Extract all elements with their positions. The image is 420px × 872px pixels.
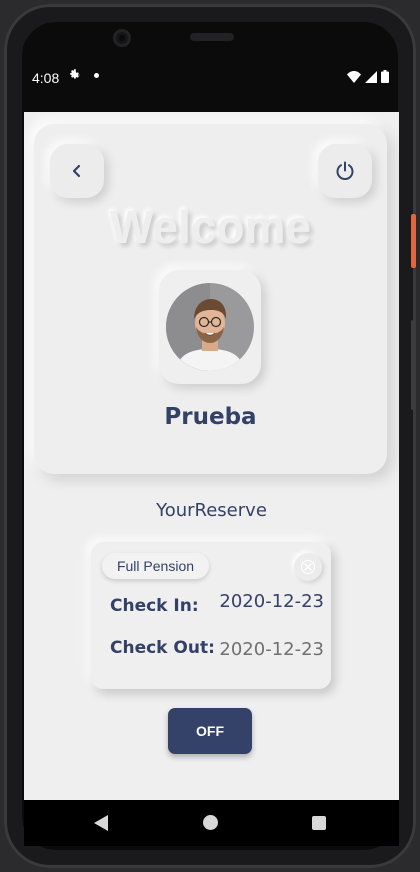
status-icons bbox=[347, 70, 389, 83]
welcome-title: Welcome bbox=[109, 201, 312, 253]
power-icon bbox=[336, 161, 354, 180]
check-in-label: Check In: bbox=[110, 596, 199, 616]
avatar bbox=[166, 283, 254, 371]
app-screen: Welcome Prueba YourReserve Full Pension … bbox=[24, 112, 399, 800]
earpiece-speaker bbox=[190, 33, 234, 41]
recents-square-icon[interactable] bbox=[312, 816, 326, 830]
check-out-value: 2020-12-23 bbox=[219, 639, 324, 660]
chevron-left-icon bbox=[72, 164, 81, 178]
front-camera bbox=[113, 29, 131, 47]
close-reservation-button[interactable] bbox=[294, 553, 322, 581]
section-title: YourReserve bbox=[156, 500, 267, 521]
off-button[interactable]: OFF bbox=[168, 708, 252, 754]
home-circle-icon[interactable] bbox=[203, 815, 218, 830]
avatar-frame bbox=[159, 270, 261, 384]
system-nav-bar bbox=[24, 800, 399, 846]
power-button[interactable] bbox=[318, 144, 372, 198]
notification-dot bbox=[94, 73, 99, 78]
check-in-value: 2020-12-23 bbox=[219, 591, 324, 612]
power-side-button bbox=[411, 320, 415, 410]
reservation-card: Full Pension Check In: 2020-12-23 Check … bbox=[91, 542, 331, 689]
profile-header-card: Welcome Prueba bbox=[34, 124, 387, 474]
check-out-label: Check Out: bbox=[110, 638, 215, 658]
pension-type-badge: Full Pension bbox=[102, 553, 209, 579]
volume-button bbox=[411, 214, 416, 268]
settings-icon bbox=[70, 69, 80, 79]
back-triangle-icon[interactable] bbox=[94, 815, 108, 831]
user-name: Prueba bbox=[164, 404, 257, 430]
close-icon bbox=[301, 560, 315, 574]
battery-icon bbox=[381, 70, 389, 83]
back-button[interactable] bbox=[50, 144, 104, 198]
status-time: 4:08 bbox=[32, 70, 60, 86]
signal-icon bbox=[365, 70, 377, 83]
status-bar: 4:08 bbox=[24, 62, 399, 92]
wifi-icon bbox=[347, 70, 361, 83]
avatar-photo bbox=[166, 283, 254, 371]
